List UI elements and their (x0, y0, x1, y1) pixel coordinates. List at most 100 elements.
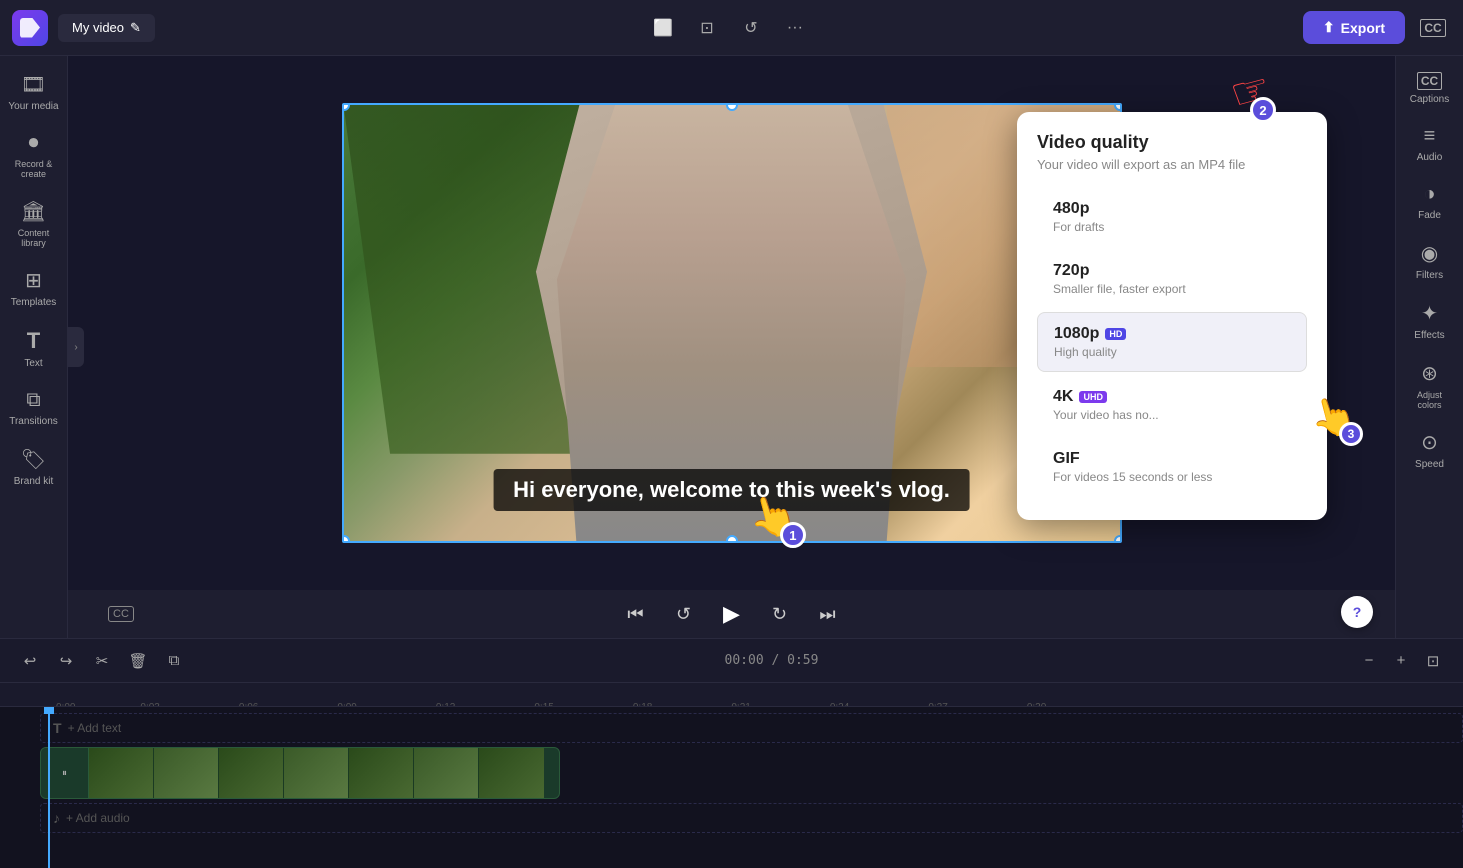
text-icon: T (27, 328, 40, 354)
rewind-5-button[interactable]: ↺ (668, 598, 700, 630)
sidebar-collapse-button[interactable]: › (68, 327, 84, 367)
sidebar-label-content-library: Contentlibrary (18, 228, 50, 248)
sidebar-item-adjust-colors[interactable]: ⊛ Adjustcolors (1400, 353, 1460, 418)
total-time: 0:59 (787, 653, 818, 668)
timeline-playhead[interactable] (48, 707, 50, 868)
crop-tool-button[interactable]: ⬜ (645, 10, 681, 46)
quality-option-720p[interactable]: 720p Smaller file, faster export (1037, 250, 1307, 308)
sidebar-item-filters[interactable]: ◉ Filters (1400, 233, 1460, 289)
quality-desc-gif: For videos 15 seconds or less (1053, 470, 1291, 484)
quality-option-gif[interactable]: GIF For videos 15 seconds or less (1037, 438, 1307, 496)
right-sidebar-label-audio: Audio (1417, 152, 1443, 163)
project-name-button[interactable]: My video ✎ (58, 14, 155, 42)
sidebar-label-templates: Templates (11, 297, 57, 308)
forward-5-button[interactable]: ↻ (764, 598, 796, 630)
sidebar-item-brand-kit[interactable]: 🏷 Brand kit (4, 439, 64, 495)
sidebar-item-captions[interactable]: CC Captions (1400, 64, 1460, 113)
topbar: My video ✎ ⬜ ⊡ ↺ ··· ⬆ Export CC (0, 0, 1463, 56)
sidebar-item-speed[interactable]: ⊙ Speed (1400, 422, 1460, 478)
skip-forward-button[interactable]: ⏭ (812, 598, 844, 630)
zoom-out-button[interactable]: − (1355, 647, 1383, 675)
timeline-time-display: 00:00 / 0:59 (196, 653, 1347, 668)
timeline-zoom-controls: − + ⊡ (1355, 647, 1447, 675)
video-canvas: Hi everyone, welcome to this week's vlog… (68, 56, 1395, 590)
quality-option-4k[interactable]: 4K UHD Your video has no... (1037, 376, 1307, 434)
timeline-toolbar: ↩ ↪ ✂ 🗑 ⧉ 00:00 / 0:59 − + ⊡ (0, 639, 1463, 683)
export-icon: ⬆ (1323, 19, 1335, 36)
help-button[interactable]: ? (1341, 596, 1373, 628)
sidebar-label-brand-kit: Brand kit (14, 476, 53, 487)
quality-desc-1080p: High quality (1054, 345, 1290, 359)
video-caption: Hi everyone, welcome to this week's vlog… (493, 469, 970, 511)
cc-label: CC (108, 606, 134, 622)
sidebar-item-templates[interactable]: ⊞ Templates (4, 260, 64, 316)
sidebar-item-text[interactable]: T Text (4, 320, 64, 377)
sidebar-item-audio[interactable]: ≡ Audio (1400, 117, 1460, 171)
fade-icon: ◑ (1423, 183, 1435, 206)
quality-popup-title: Video quality (1037, 132, 1307, 153)
quality-option-1080p[interactable]: 1080p HD High quality (1037, 312, 1307, 372)
quality-label-480p: 480p (1053, 200, 1291, 218)
captions-top-button[interactable]: CC (1415, 10, 1451, 46)
zoom-in-button[interactable]: + (1387, 647, 1415, 675)
cc-icon: CC (1420, 19, 1445, 37)
more-tools-button[interactable]: ··· (777, 10, 813, 46)
cursor-annotation-2: ☞ 2 (1231, 66, 1270, 117)
playhead-handle[interactable] (44, 707, 54, 714)
hd-badge: HD (1105, 328, 1126, 340)
video-thumb-7 (479, 748, 544, 798)
quality-popup-subtitle: Your video will export as an MP4 file (1037, 157, 1307, 172)
brand-kit-icon: 🏷 (21, 447, 46, 472)
add-text-label: + Add text (68, 721, 122, 735)
delete-button[interactable]: 🗑 (124, 647, 152, 675)
quality-desc-4k: Your video has no... (1053, 408, 1291, 422)
video-thumb-3 (219, 748, 284, 798)
sidebar-item-effects[interactable]: ✦ Effects (1400, 293, 1460, 349)
transitions-icon: ⧉ (26, 389, 40, 412)
right-sidebar-label-filters: Filters (1416, 270, 1443, 281)
library-icon: 🏛 (21, 199, 46, 224)
resize-handle-br[interactable] (1114, 535, 1122, 543)
add-audio-track[interactable]: ♪ + Add audio (40, 803, 1463, 833)
sidebar-item-content-library[interactable]: 🏛 Contentlibrary (4, 191, 64, 256)
playback-controls: CC ⏮ ↺ ▶ ↻ ⏭ ⛶ (68, 590, 1395, 638)
sidebar-item-transitions[interactable]: ⧉ Transitions (4, 381, 64, 435)
video-thumb-6 (414, 748, 479, 798)
text-track-icon: T (53, 720, 62, 736)
topbar-center: ⬜ ⊡ ↺ ··· (165, 10, 1293, 46)
sidebar-item-record-create[interactable]: ⏺ Record &create (4, 124, 64, 187)
video-track[interactable]: ⏸ (40, 747, 560, 799)
export-button[interactable]: ⬆ Export (1303, 11, 1405, 44)
cut-button[interactable]: ✂ (88, 647, 116, 675)
video-track-thumbnails (89, 748, 559, 798)
play-button[interactable]: ▶ (716, 598, 748, 630)
uhd-badge: UHD (1079, 391, 1107, 403)
duplicate-button[interactable]: ⧉ (160, 647, 188, 675)
filters-icon: ◉ (1421, 241, 1438, 266)
sidebar-item-fade[interactable]: ◑ Fade (1400, 175, 1460, 229)
undo-button[interactable]: ↩ (16, 647, 44, 675)
redo-button[interactable]: ↪ (52, 647, 80, 675)
templates-icon: ⊞ (25, 268, 42, 293)
left-sidebar: 🎞 Your media ⏺ Record &create 🏛 Contentl… (0, 56, 68, 638)
video-frame: Hi everyone, welcome to this week's vlog… (342, 103, 1122, 543)
sidebar-label-transitions: Transitions (9, 416, 58, 427)
quality-option-480p[interactable]: 480p For drafts (1037, 188, 1307, 246)
resize-tool-button[interactable]: ⊡ (689, 10, 725, 46)
quality-label-4k: 4K UHD (1053, 388, 1291, 406)
right-sidebar-label-adjust-colors: Adjustcolors (1417, 390, 1442, 410)
skip-back-button[interactable]: ⏮ (620, 598, 652, 630)
sidebar-label-record-create: Record &create (15, 159, 53, 179)
resize-handle-bm[interactable] (726, 535, 738, 543)
fit-timeline-button[interactable]: ⊡ (1419, 647, 1447, 675)
export-label: Export (1341, 20, 1385, 36)
rotate-tool-button[interactable]: ↺ (733, 10, 769, 46)
add-text-track[interactable]: T + Add text (40, 713, 1463, 743)
video-thumb-2 (154, 748, 219, 798)
quality-desc-720p: Smaller file, faster export (1053, 282, 1291, 296)
quality-label-1080p: 1080p HD (1054, 325, 1290, 343)
resize-handle-bl[interactable] (342, 535, 350, 543)
sidebar-item-your-media[interactable]: 🎞 Your media (4, 64, 64, 120)
timeline-ruler: 0:00 0:03 0:06 0:09 0:12 0:15 0:18 0:21 … (0, 683, 1463, 707)
adjust-colors-icon: ⊛ (1421, 361, 1438, 386)
